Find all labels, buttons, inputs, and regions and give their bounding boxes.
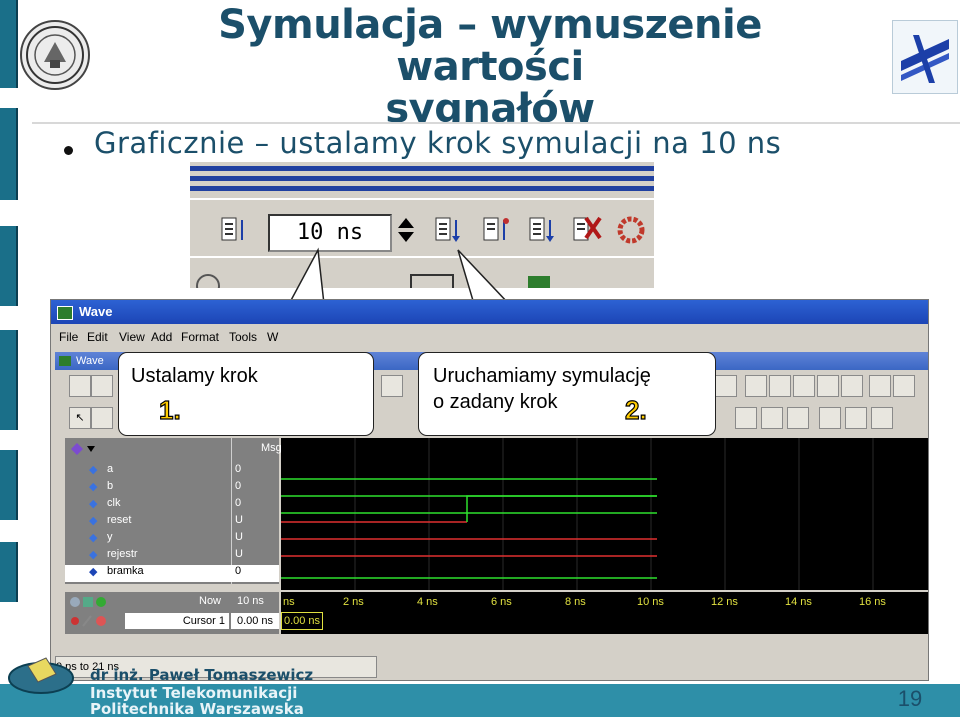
callout-run-number: 2.: [624, 394, 647, 425]
edge-rise-icon[interactable]: [845, 407, 867, 429]
signal-name: clk: [107, 497, 121, 509]
wave-pane-icon: [59, 356, 71, 367]
time-tick: 4 ns: [417, 596, 438, 608]
signal-value: 0: [235, 480, 242, 492]
signal-diamond-icon: ◆: [89, 498, 98, 510]
signal-row[interactable]: ◆ rejestr U: [65, 548, 279, 565]
wave-green-icon[interactable]: [787, 407, 809, 429]
wave-hscroll[interactable]: [281, 634, 928, 652]
signal-diamond-icon: ◆: [89, 549, 98, 561]
run-small-icon[interactable]: [745, 375, 767, 397]
signal-value: 0: [235, 565, 242, 577]
time-tick: ns: [283, 596, 295, 608]
signal-name: y: [107, 531, 113, 543]
signal-name: bramka: [107, 565, 144, 577]
time-tick: 10 ns: [637, 596, 664, 608]
copy-icon[interactable]: [91, 407, 113, 429]
signal-diamond-icon: ◆: [89, 481, 98, 493]
menu-window[interactable]: W: [267, 330, 278, 344]
restart-small-icon[interactable]: [841, 375, 863, 397]
cursor-pane: Now 10 ns Cursor 1 0.00 ns: [65, 592, 279, 652]
cursor-add-remove-icon[interactable]: [69, 614, 109, 628]
edge-fall-icon[interactable]: [871, 407, 893, 429]
signal-row[interactable]: ◆ b 0: [65, 480, 279, 497]
signal-row-selected[interactable]: ◆ bramka 0: [65, 565, 279, 582]
wave-dotted-icon[interactable]: [819, 407, 841, 429]
time-tick: 16 ns: [859, 596, 886, 608]
now-value: 10 ns: [237, 595, 264, 607]
menu-file[interactable]: File: [59, 330, 78, 344]
menu-view[interactable]: View: [119, 330, 145, 344]
signal-name: a: [107, 463, 114, 475]
now-label: Now: [199, 595, 222, 607]
footer-badge-icon: [6, 652, 76, 696]
signal-value: U: [235, 531, 243, 543]
open-file-icon[interactable]: [91, 375, 113, 397]
break-small-icon[interactable]: [817, 375, 839, 397]
timeline-pane[interactable]: ns 2 ns 4 ns 6 ns 8 ns 10 ns 12 ns 14 ns…: [281, 592, 928, 652]
new-file-icon[interactable]: [69, 375, 91, 397]
signal-name: rejestr: [107, 548, 138, 560]
signal-name: b: [107, 480, 114, 492]
wave-analog-icon[interactable]: [761, 407, 783, 429]
wave-subtitle: Wave: [76, 355, 104, 367]
wave-format-icon[interactable]: [735, 407, 757, 429]
callout-run: Uruchamiamy symulację o zadany krok 2.: [418, 352, 716, 436]
wave-app-icon: [57, 305, 73, 320]
time-tick: 12 ns: [711, 596, 738, 608]
zoom-tool-icon[interactable]: [381, 375, 403, 397]
menu-edit[interactable]: Edit: [87, 330, 108, 344]
callout-run-line2: o zadany krok: [433, 391, 558, 413]
waveform-pane[interactable]: [281, 438, 928, 590]
callout-step-text: Ustalamy krok: [131, 365, 258, 387]
step-over-icon[interactable]: [893, 375, 915, 397]
signal-value: 0: [235, 497, 242, 509]
cursor-value[interactable]: 0.00 ns: [231, 613, 279, 629]
menu-format[interactable]: Format: [181, 330, 219, 344]
cursor-label[interactable]: Cursor 1: [125, 613, 229, 629]
cursor-flag[interactable]: 0.00 ns: [281, 612, 323, 630]
cursor-tools-icon[interactable]: [69, 595, 109, 609]
page-number: 19: [897, 686, 923, 711]
signal-value: 0: [235, 463, 242, 475]
continue-small-icon[interactable]: [769, 375, 791, 397]
signal-value: U: [235, 514, 243, 526]
waveform-traces: [281, 438, 874, 590]
callout-run-line1: Uruchamiamy symulację: [433, 365, 651, 387]
select-pointer-icon[interactable]: ↖: [69, 407, 91, 429]
signal-hscroll[interactable]: [65, 634, 279, 652]
menu-tools[interactable]: Tools: [229, 330, 257, 344]
signal-value: U: [235, 548, 243, 560]
menu-add[interactable]: Add: [151, 330, 172, 344]
signal-diamond-icon: ◆: [89, 515, 98, 527]
signal-list: Msgs ◆ a 0 ◆ b 0 ◆ clk 0 ◆ reset U ◆ y U…: [65, 438, 287, 584]
signal-row[interactable]: ◆ clk 0: [65, 497, 279, 514]
callout-step: Ustalamy krok 1.: [118, 352, 374, 436]
wave-title: Wave: [79, 304, 113, 319]
menu-bar: File Edit View Add Format Tools W: [51, 326, 928, 348]
time-tick: 2 ns: [343, 596, 364, 608]
signal-group-icon[interactable]: [69, 442, 99, 456]
footer-author: dr inż. Paweł Tomaszewicz: [90, 666, 314, 684]
footer-university: Politechnika Warszawska: [90, 700, 304, 718]
time-tick: 8 ns: [565, 596, 586, 608]
step-icon[interactable]: [869, 375, 891, 397]
time-ruler: ns 2 ns 4 ns 6 ns 8 ns 10 ns 12 ns 14 ns…: [281, 592, 928, 612]
signal-name: reset: [107, 514, 132, 526]
signal-row[interactable]: ◆ a 0: [65, 463, 279, 480]
signal-diamond-icon: ◆: [89, 532, 98, 544]
run-all-small-icon[interactable]: [793, 375, 815, 397]
signal-row[interactable]: ◆ reset U: [65, 514, 279, 531]
signal-diamond-icon: ◆: [89, 566, 98, 578]
time-tick: 6 ns: [491, 596, 512, 608]
wave-titlebar: Wave: [51, 300, 928, 324]
callout-step-number: 1.: [158, 394, 181, 425]
time-tick: 14 ns: [785, 596, 812, 608]
run-length-small-icon[interactable]: [715, 375, 737, 397]
signal-row[interactable]: ◆ y U: [65, 531, 279, 548]
signal-diamond-icon: ◆: [89, 464, 98, 476]
